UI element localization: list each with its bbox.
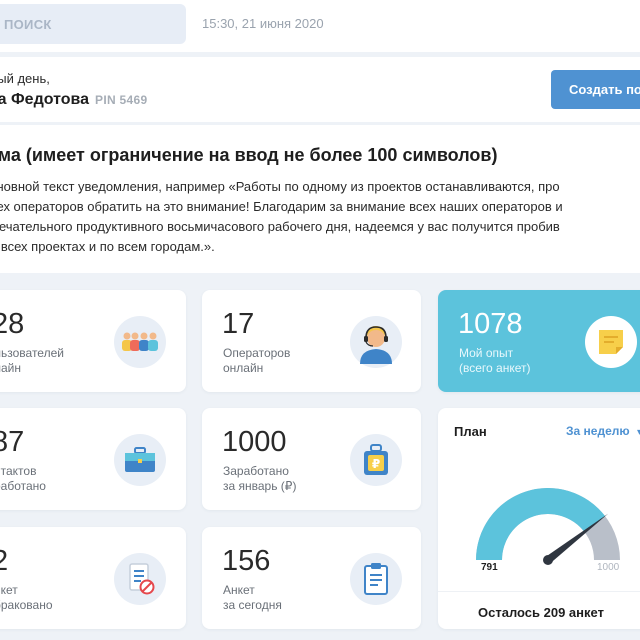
stat-label: нкет браковано [0,583,53,612]
user-pin: PIN 5469 [95,93,148,107]
current-datetime: 15:30, 21 июня 2020 [202,16,324,31]
stat-card-experience[interactable]: 1078 Мой опыт (всего анкет) [438,290,640,392]
stat-value: 2 [0,545,9,577]
stat-card-earned[interactable]: 1000 Заработано за январь (₽) ₽ [202,408,421,510]
greeting-panel: рый день, на Федотова PIN 5469 Создать по [0,57,640,122]
stat-label: Мой опыт (всего анкет) [459,346,531,375]
user-name-text: на Федотова [0,91,90,108]
stat-value: 17 [222,308,255,340]
stat-card-operators[interactable]: 17 Операторов онлайн [202,290,421,392]
stat-card-users[interactable]: 28 льзователей лайн [0,290,186,392]
plan-gauge: 791 1000 [476,488,620,573]
stat-label: Операторов онлайн [223,346,291,375]
stat-card-contacts[interactable]: 87 нтактов работано [0,408,186,510]
stat-label: нтактов работано [0,464,46,493]
stat-value: 1000 [222,426,287,458]
clipboard-icon [350,553,402,605]
gauge-current-label: 791 [481,562,498,573]
users-group-icon [114,316,166,368]
ruble-bag-icon: ₽ [350,434,402,486]
plan-divider [438,591,640,592]
top-bar: ПОИСК 15:30, 21 июня 2020 [0,0,640,52]
notification-body: сновной текст уведомления, например «Раб… [0,179,563,254]
stat-label: Заработано за январь (₽) [223,464,297,493]
stat-label: льзователей лайн [0,346,64,375]
briefcase-icon [114,434,166,486]
svg-text:₽: ₽ [372,457,380,471]
stat-value: 156 [222,545,271,577]
stat-value: 1078 [458,308,523,340]
notification-panel: ема (имеет ограничение на ввод не более … [0,125,640,273]
stat-value: 28 [0,308,25,340]
gauge-fill [476,488,606,560]
stat-card-rejected[interactable]: 2 нкет браковано [0,527,186,629]
stat-card-today[interactable]: 156 Анкет за сегодня [202,527,421,629]
search-input[interactable]: ПОИСК [0,4,186,44]
sticky-note-icon [585,316,637,368]
rejected-document-icon [114,553,166,605]
notification-title: ема (имеет ограничение на ввод не более … [0,145,498,165]
create-button[interactable]: Создать по [551,70,640,109]
gauge-hub [543,555,553,565]
user-name: на Федотова PIN 5469 [0,91,147,109]
stat-label: Анкет за сегодня [223,583,282,612]
plan-card: План За неделю ▾ 791 1000 Осталось 209 а… [438,408,640,629]
stat-value: 87 [0,426,25,458]
search-label: ПОИСК [4,16,52,32]
gauge-max-label: 1000 [597,562,620,573]
greeting-text: рый день, [0,71,50,86]
operator-headset-icon [350,316,402,368]
plan-remaining: Осталось 209 анкет [478,605,604,620]
